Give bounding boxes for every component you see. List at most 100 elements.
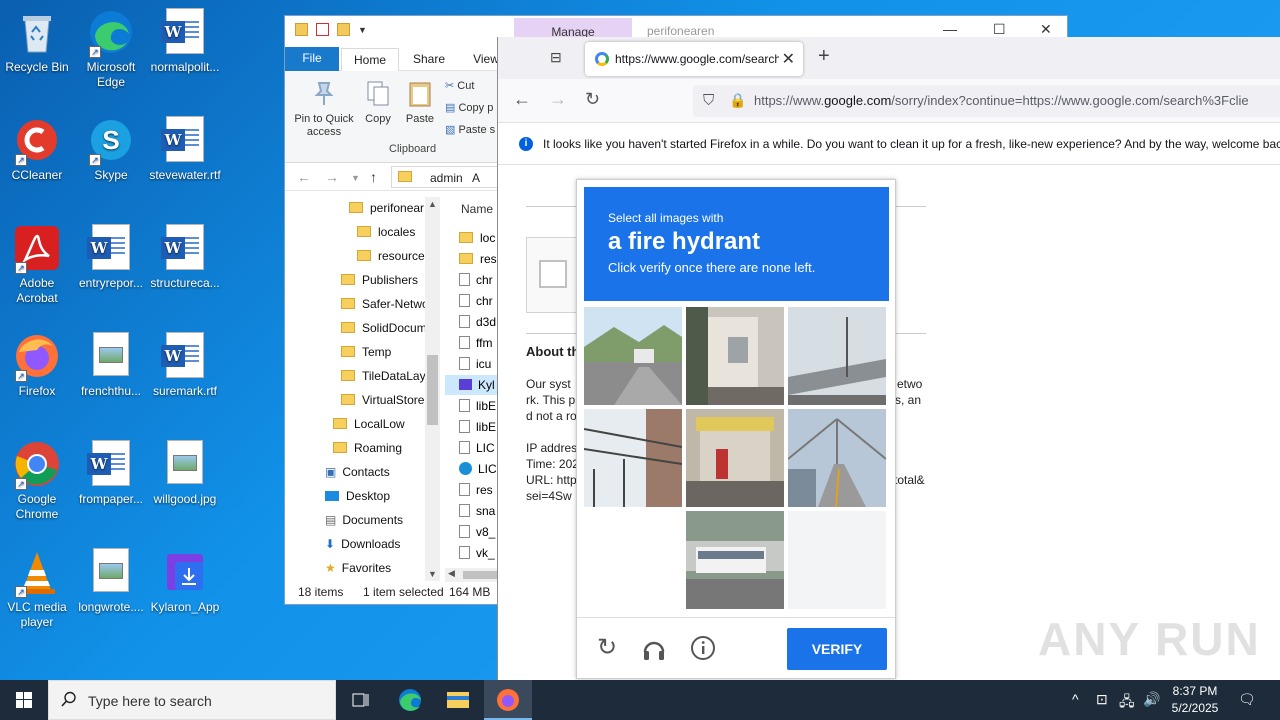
chevron-down-icon[interactable]: ▼: [351, 173, 360, 183]
tree-item[interactable]: Publishers: [341, 269, 418, 291]
tree-item[interactable]: Safer-Netwo: [341, 293, 429, 315]
list-item[interactable]: vk_: [459, 543, 495, 563]
scrollbar-thumb[interactable]: [427, 355, 438, 425]
list-item-selected[interactable]: Kyl: [445, 375, 497, 395]
tree-item[interactable]: VirtualStore: [341, 389, 424, 411]
captcha-tile-empty[interactable]: [584, 511, 682, 609]
recaptcha-checkbox[interactable]: [539, 260, 567, 288]
new-tab-icon[interactable]: +: [818, 45, 830, 68]
up-arrow-icon[interactable]: ↑: [370, 169, 377, 185]
network-icon[interactable]: 🖧: [1119, 691, 1135, 715]
address-bar[interactable]: admin A: [391, 166, 501, 188]
list-item[interactable]: LIC: [459, 459, 497, 479]
captcha-tile-faded[interactable]: [788, 511, 886, 609]
verify-button[interactable]: VERIFY: [787, 628, 887, 670]
list-item[interactable]: chr: [459, 291, 493, 311]
address-segment[interactable]: A: [472, 171, 480, 185]
chevron-up-icon[interactable]: ^: [1072, 691, 1079, 707]
tree-item[interactable]: ▣ Contacts: [325, 461, 390, 483]
tree-item[interactable]: LocalLow: [333, 413, 405, 435]
chevron-up-icon[interactable]: ▲: [428, 199, 437, 209]
copy-button[interactable]: Copy: [363, 79, 393, 126]
captcha-challenge-dialog[interactable]: Select all images with a fire hydrant Cl…: [576, 179, 896, 679]
list-item[interactable]: ffm: [459, 333, 492, 353]
list-item[interactable]: LIC: [459, 438, 495, 458]
tree-item[interactable]: ⬇ Downloads: [325, 533, 400, 555]
system-clock[interactable]: 8:37 PM 5/2/2025: [1165, 683, 1225, 717]
task-view-button[interactable]: [336, 680, 384, 720]
normalpolit-doc-icon[interactable]: W normalpolit...: [148, 2, 222, 102]
structureca-doc-icon[interactable]: W structureca...: [148, 218, 222, 318]
vlc-icon[interactable]: ↗ VLC media player: [0, 542, 74, 642]
reload-icon[interactable]: ↻: [593, 634, 621, 662]
stevewater-doc-icon[interactable]: W stevewater.rtf: [148, 110, 222, 210]
list-item[interactable]: res: [459, 480, 493, 500]
tree-item[interactable]: SolidDocum: [341, 317, 427, 339]
skype-icon[interactable]: S ↗ Skype: [74, 110, 148, 210]
list-item[interactable]: chr: [459, 270, 493, 290]
reload-icon[interactable]: ↻: [585, 89, 600, 110]
properties-icon[interactable]: [316, 23, 329, 36]
start-button[interactable]: [0, 680, 48, 720]
chevron-down-icon[interactable]: ▼: [428, 569, 437, 579]
adobe-acrobat-icon[interactable]: ↗ Adobe Acrobat: [0, 218, 74, 318]
ccleaner-icon[interactable]: ↗ CCleaner: [0, 110, 74, 210]
captcha-tile[interactable]: [686, 409, 784, 507]
list-item[interactable]: res: [459, 249, 497, 269]
address-segment[interactable]: admin: [430, 171, 463, 185]
lock-icon[interactable]: 🔒: [729, 92, 746, 109]
tree-item[interactable]: resource: [357, 245, 425, 267]
file-list[interactable]: loc res chr chr d3d ffm icu Kyl libE lib…: [445, 226, 497, 582]
chevron-down-icon[interactable]: ▼: [358, 25, 367, 35]
tree-item[interactable]: Desktop: [325, 485, 390, 507]
back-arrow-icon[interactable]: ←: [297, 169, 311, 185]
meet-now-icon[interactable]: ⊡: [1096, 691, 1108, 708]
list-item[interactable]: v8_: [459, 522, 495, 542]
firefox-view-icon[interactable]: ⊟: [550, 49, 562, 66]
maximize-icon[interactable]: ☐: [993, 21, 1006, 38]
taskbar-firefox[interactable]: [484, 680, 532, 720]
navigation-pane[interactable]: perifonear locales resource Publishers S…: [285, 197, 440, 591]
tree-item[interactable]: TileDataLay: [341, 365, 426, 387]
paste-shortcut-button[interactable]: ▧ Paste s: [445, 123, 495, 136]
minimize-icon[interactable]: —: [943, 21, 957, 37]
captcha-tile[interactable]: [584, 307, 682, 405]
tree-item[interactable]: ▤ Documents: [325, 509, 403, 531]
url-text[interactable]: https://www.google.com/sorry/index?conti…: [754, 93, 1249, 108]
tree-item[interactable]: Temp: [341, 341, 391, 363]
pin-quick-access-button[interactable]: Pin to Quick access: [291, 79, 357, 139]
new-folder-icon[interactable]: [337, 23, 350, 36]
list-item[interactable]: libE: [459, 417, 496, 437]
tab-file[interactable]: File: [285, 47, 339, 71]
close-icon[interactable]: ✕: [1040, 21, 1052, 38]
forward-arrow-icon[interactable]: →: [325, 169, 339, 185]
back-arrow-icon[interactable]: ←: [513, 89, 531, 110]
entryrepor-doc-icon[interactable]: W entryrepor...: [74, 218, 148, 318]
browser-tab-google[interactable]: https://www.google.com/search?q ✕: [585, 42, 803, 76]
tab-share[interactable]: Share: [413, 48, 445, 71]
volume-icon[interactable]: 🔊: [1143, 691, 1160, 708]
tree-item[interactable]: perifonear: [349, 197, 424, 219]
tab-home[interactable]: Home: [341, 48, 399, 71]
headphones-icon[interactable]: [640, 634, 668, 662]
copy-path-button[interactable]: ▤ Copy p: [445, 101, 493, 114]
suremark-doc-icon[interactable]: W suremark.rtf: [148, 326, 222, 426]
captcha-tile[interactable]: [788, 307, 886, 405]
willgood-image-icon[interactable]: willgood.jpg: [148, 434, 222, 534]
firefox-desktop-icon[interactable]: ↗ Firefox: [0, 326, 74, 426]
scrollbar-thumb[interactable]: [463, 571, 497, 579]
list-item[interactable]: icu: [459, 354, 491, 374]
paste-button[interactable]: Paste: [405, 79, 435, 126]
notification-center-icon[interactable]: 🗨: [1238, 691, 1256, 708]
tree-scrollbar[interactable]: ▲ ▼: [425, 197, 440, 581]
captcha-tile[interactable]: [686, 307, 784, 405]
close-tab-icon[interactable]: ✕: [782, 49, 795, 69]
recaptcha-widget[interactable]: [526, 237, 581, 313]
cut-button[interactable]: ✂ Cut: [445, 79, 474, 92]
shield-icon[interactable]: ⛉: [703, 92, 714, 109]
frompaper-doc-icon[interactable]: W frompaper...: [74, 434, 148, 534]
chevron-left-icon[interactable]: ◀: [448, 568, 455, 579]
tree-item[interactable]: Roaming: [333, 437, 402, 459]
taskbar-search[interactable]: Type here to search: [48, 680, 336, 720]
captcha-tile[interactable]: [584, 409, 682, 507]
